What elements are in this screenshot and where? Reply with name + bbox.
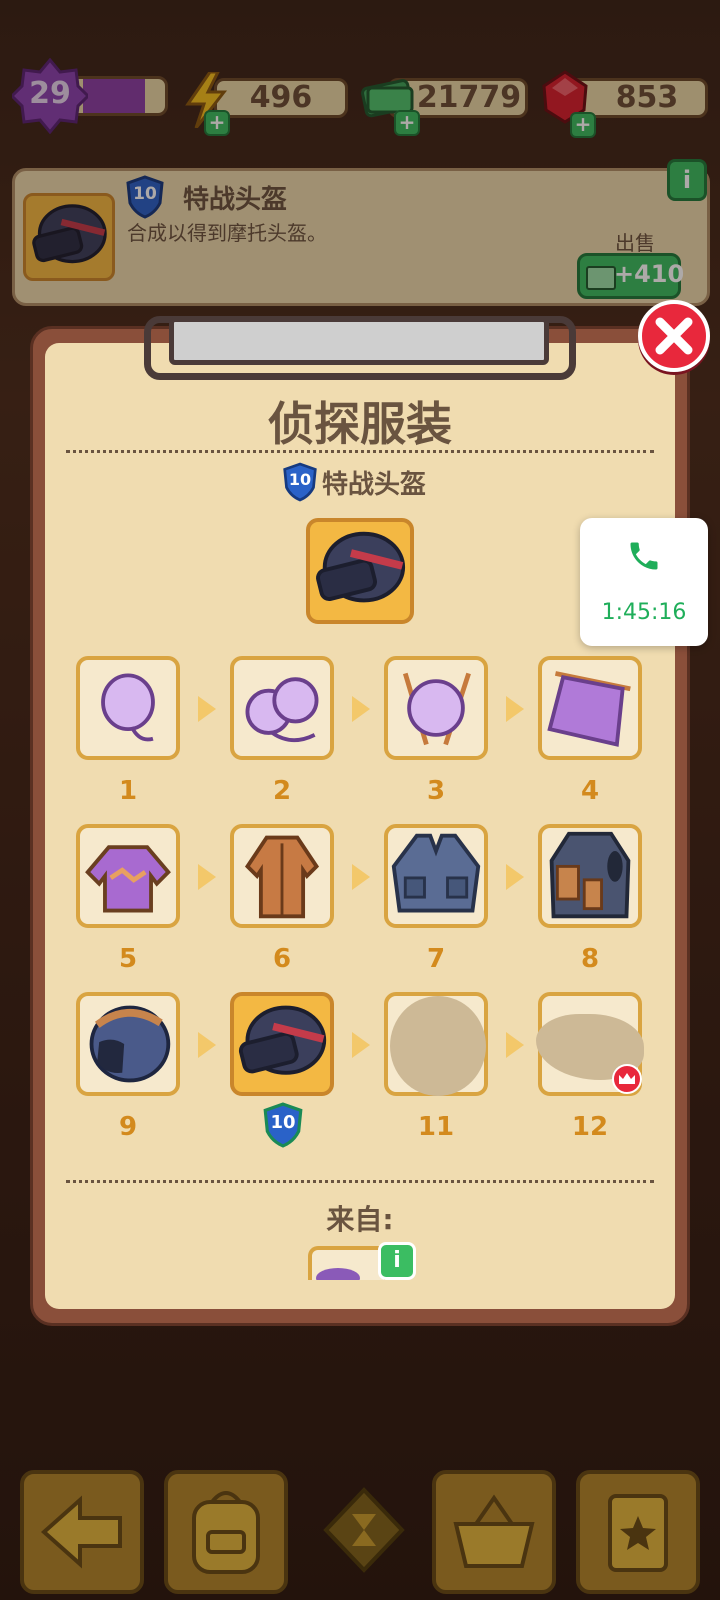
special-helmet-icon bbox=[316, 531, 406, 603]
chain-tile-5[interactable] bbox=[76, 824, 180, 928]
selected-level-badge: 10 bbox=[282, 462, 318, 502]
back-button[interactable] bbox=[20, 1470, 144, 1594]
chain-num-5: 5 bbox=[118, 944, 138, 974]
locked-silhouette bbox=[390, 996, 486, 1096]
hourglass-button[interactable] bbox=[316, 1480, 412, 1580]
sweater-icon bbox=[85, 845, 171, 913]
basket-icon bbox=[453, 1494, 535, 1568]
backpack-button[interactable] bbox=[164, 1470, 288, 1594]
special-helmet-icon bbox=[238, 1005, 327, 1075]
moto-helmet-icon bbox=[89, 1005, 171, 1083]
yarn-needles-icon bbox=[402, 672, 471, 746]
call-timer: 1:45:16 bbox=[601, 600, 687, 625]
backpack-icon bbox=[192, 1491, 260, 1574]
chain-arrow-5 bbox=[198, 864, 216, 890]
current-level-badge: 10 bbox=[262, 1102, 304, 1148]
source-item-icon bbox=[316, 1268, 360, 1280]
chain-num-3: 3 bbox=[426, 776, 446, 806]
chain-tile-8[interactable] bbox=[538, 824, 642, 928]
call-widget[interactable]: 1:45:16 bbox=[580, 518, 708, 646]
chain-num-4: 4 bbox=[580, 776, 600, 806]
chain-num-8: 8 bbox=[580, 944, 600, 974]
cotton-icon bbox=[101, 673, 155, 742]
chain-arrow-11 bbox=[506, 1032, 524, 1058]
chain-num-2: 2 bbox=[272, 776, 292, 806]
source-info-button[interactable]: i bbox=[378, 1242, 416, 1280]
chain-tile-2[interactable] bbox=[230, 656, 334, 760]
chain-tile-9[interactable] bbox=[76, 992, 180, 1096]
clipboard-button[interactable] bbox=[576, 1470, 700, 1594]
chain-num-9: 9 bbox=[118, 1112, 138, 1142]
chain-arrow-3 bbox=[506, 696, 524, 722]
chain-arrow-7 bbox=[506, 864, 524, 890]
chain-tile-3[interactable] bbox=[384, 656, 488, 760]
chain-tile-7[interactable] bbox=[384, 824, 488, 928]
trench-coat-icon bbox=[244, 835, 320, 919]
chain-tile-1[interactable] bbox=[76, 656, 180, 760]
chain-num-6: 6 bbox=[272, 944, 292, 974]
clipboard-star-icon bbox=[608, 1494, 668, 1572]
knit-fabric-icon bbox=[547, 671, 631, 747]
chain-tile-11[interactable] bbox=[384, 992, 488, 1096]
bottom-nav bbox=[0, 1460, 720, 1600]
divider-bottom bbox=[66, 1180, 654, 1183]
clip-bar bbox=[169, 317, 549, 365]
chain-num-1: 1 bbox=[118, 776, 138, 806]
chain-tile-6[interactable] bbox=[230, 824, 334, 928]
chain-arrow-10 bbox=[352, 1032, 370, 1058]
chain-arrow-2 bbox=[352, 696, 370, 722]
back-arrow-icon bbox=[40, 1495, 122, 1569]
phone-icon bbox=[630, 542, 658, 570]
current-level-text: 10 bbox=[270, 1112, 296, 1133]
selected-item-tile[interactable] bbox=[306, 518, 414, 624]
chain-tile-12[interactable] bbox=[536, 992, 644, 1096]
basket-button[interactable] bbox=[432, 1470, 556, 1594]
hourglass-icon bbox=[323, 1487, 405, 1573]
selected-level-text: 10 bbox=[288, 470, 312, 489]
divider-top bbox=[66, 450, 654, 453]
vest-icon bbox=[391, 833, 481, 913]
source-tile[interactable] bbox=[308, 1246, 388, 1280]
chain-arrow-1 bbox=[198, 696, 216, 722]
close-icon bbox=[655, 317, 693, 355]
chain-num-11: 11 bbox=[417, 1112, 455, 1142]
from-label: 来自: bbox=[326, 1203, 394, 1236]
panel-title: 侦探服装 bbox=[268, 397, 452, 451]
clipboard-clip bbox=[144, 316, 576, 380]
chain-arrow-6 bbox=[352, 864, 370, 890]
yarn-balls-icon bbox=[245, 677, 319, 743]
close-button[interactable] bbox=[638, 300, 710, 372]
tactical-vest-icon bbox=[549, 831, 631, 919]
selected-item-name: 特战头盔 bbox=[322, 470, 427, 500]
chain-num-7: 7 bbox=[426, 944, 446, 974]
chain-arrow-9 bbox=[198, 1032, 216, 1058]
chain-tile-4[interactable] bbox=[538, 656, 642, 760]
chain-num-12: 12 bbox=[571, 1112, 609, 1142]
crown-icon bbox=[612, 1064, 642, 1094]
chain-tile-10[interactable] bbox=[230, 992, 334, 1096]
